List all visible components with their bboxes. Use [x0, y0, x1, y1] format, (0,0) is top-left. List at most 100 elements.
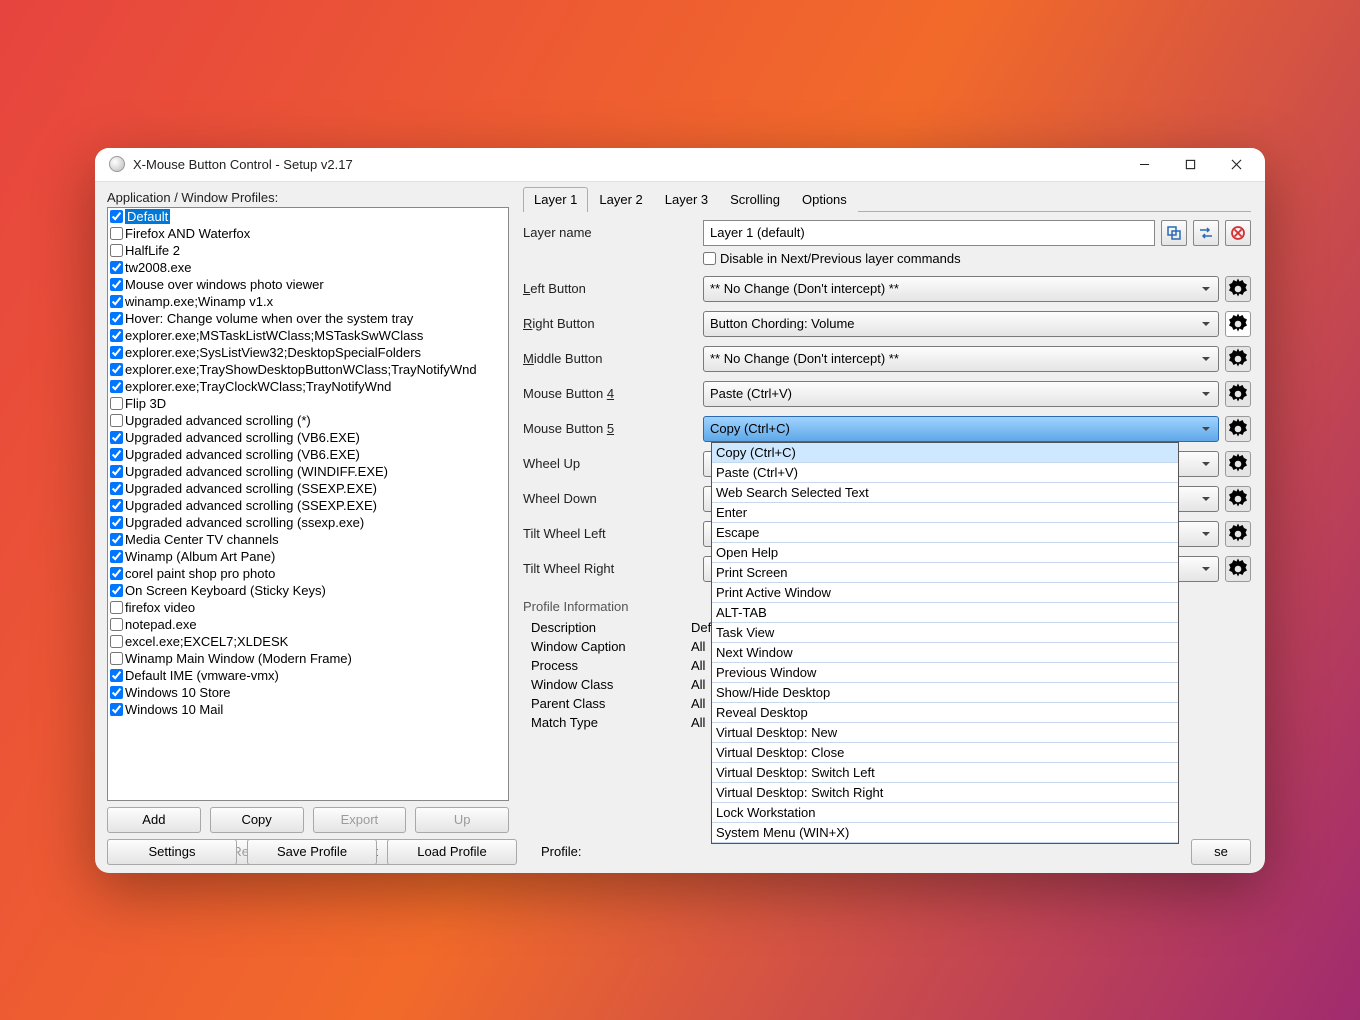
reset-layer-button[interactable]	[1225, 220, 1251, 246]
profile-checkbox[interactable]	[110, 261, 123, 274]
profile-checkbox[interactable]	[110, 448, 123, 461]
profile-checkbox[interactable]	[110, 686, 123, 699]
save-profile-button[interactable]: Save Profile	[247, 839, 377, 865]
dropdown-item[interactable]: Virtual Desktop: Close	[712, 743, 1178, 763]
profile-item[interactable]: notepad.exe	[108, 616, 508, 633]
profile-item[interactable]: tw2008.exe	[108, 259, 508, 276]
profile-item[interactable]: Default IME (vmware-vmx)	[108, 667, 508, 684]
profile-item[interactable]: Upgraded advanced scrolling (*)	[108, 412, 508, 429]
profile-checkbox[interactable]	[110, 550, 123, 563]
tab-layer-2[interactable]: Layer 2	[588, 187, 653, 212]
profile-item[interactable]: explorer.exe;MSTaskListWClass;MSTaskSwWC…	[108, 327, 508, 344]
dropdown-item[interactable]: Task View	[712, 623, 1178, 643]
dropdown-item[interactable]: Show/Hide Desktop	[712, 683, 1178, 703]
disable-layer-checkbox[interactable]	[703, 252, 716, 265]
button-action-combo[interactable]: Copy (Ctrl+C)	[703, 416, 1219, 442]
profile-checkbox[interactable]	[110, 397, 123, 410]
profile-checkbox[interactable]	[110, 567, 123, 580]
dropdown-item[interactable]: Virtual Desktop: Switch Right	[712, 783, 1178, 803]
dropdown-item[interactable]: Web Search Selected Text	[712, 483, 1178, 503]
profile-item[interactable]: explorer.exe;TrayShowDesktopButtonWClass…	[108, 361, 508, 378]
dropdown-item[interactable]: Escape	[712, 523, 1178, 543]
tab-layer-1[interactable]: Layer 1	[523, 187, 588, 212]
profile-item[interactable]: Default	[108, 208, 508, 225]
profile-checkbox[interactable]	[110, 516, 123, 529]
profile-checkbox[interactable]	[110, 431, 123, 444]
dropdown-item[interactable]: Copy (Ctrl+C)	[712, 443, 1178, 463]
profile-item[interactable]: Upgraded advanced scrolling (SSEXP.EXE)	[108, 497, 508, 514]
dropdown-item[interactable]: Reveal Desktop	[712, 703, 1178, 723]
profile-checkbox[interactable]	[110, 703, 123, 716]
profile-item[interactable]: Upgraded advanced scrolling (SSEXP.EXE)	[108, 480, 508, 497]
tab-layer-3[interactable]: Layer 3	[654, 187, 719, 212]
maximize-button[interactable]	[1167, 148, 1213, 182]
profile-item[interactable]: Media Center TV channels	[108, 531, 508, 548]
profile-item[interactable]: winamp.exe;Winamp v1.x	[108, 293, 508, 310]
profile-checkbox[interactable]	[110, 465, 123, 478]
dropdown-item[interactable]: Print Screen	[712, 563, 1178, 583]
profile-checkbox[interactable]	[110, 669, 123, 682]
gear-icon[interactable]	[1225, 311, 1251, 337]
dropdown-item[interactable]: ALT-TAB	[712, 603, 1178, 623]
profile-checkbox[interactable]	[110, 380, 123, 393]
profile-item[interactable]: corel paint shop pro photo	[108, 565, 508, 582]
dropdown-item[interactable]: Lock Workstation	[712, 803, 1178, 823]
profile-checkbox[interactable]	[110, 482, 123, 495]
button-action-combo[interactable]: ** No Change (Don't intercept) **	[703, 346, 1219, 372]
profile-item[interactable]: Upgraded advanced scrolling (VB6.EXE)	[108, 446, 508, 463]
dropdown-item[interactable]: Print Active Window	[712, 583, 1178, 603]
profile-item[interactable]: Windows 10 Store	[108, 684, 508, 701]
profile-checkbox[interactable]	[110, 499, 123, 512]
profile-checkbox[interactable]	[110, 312, 123, 325]
profile-item[interactable]: Winamp Main Window (Modern Frame)	[108, 650, 508, 667]
profile-checkbox[interactable]	[110, 618, 123, 631]
profile-item[interactable]: firefox video	[108, 599, 508, 616]
dropdown-item[interactable]: Virtual Desktop: New	[712, 723, 1178, 743]
profile-item[interactable]: explorer.exe;TrayClockWClass;TrayNotifyW…	[108, 378, 508, 395]
profile-checkbox[interactable]	[110, 210, 123, 223]
dropdown-item[interactable]: Next Window	[712, 643, 1178, 663]
profile-item[interactable]: Winamp (Album Art Pane)	[108, 548, 508, 565]
profile-checkbox[interactable]	[110, 601, 123, 614]
profile-item[interactable]: explorer.exe;SysListView32;DesktopSpecia…	[108, 344, 508, 361]
dropdown-item[interactable]: Open Help	[712, 543, 1178, 563]
dropdown-item[interactable]: Paste (Ctrl+V)	[712, 463, 1178, 483]
profile-checkbox[interactable]	[110, 652, 123, 665]
load-profile-button[interactable]: Load Profile	[387, 839, 517, 865]
dropdown-item[interactable]: Enter	[712, 503, 1178, 523]
profile-checkbox[interactable]	[110, 363, 123, 376]
profile-item[interactable]: Upgraded advanced scrolling (WINDIFF.EXE…	[108, 463, 508, 480]
profile-item[interactable]: Windows 10 Mail	[108, 701, 508, 718]
copy-button[interactable]: Copy	[210, 807, 304, 833]
profile-checkbox[interactable]	[110, 295, 123, 308]
profile-item[interactable]: excel.exe;EXCEL7;XLDESK	[108, 633, 508, 650]
profile-checkbox[interactable]	[110, 227, 123, 240]
copy-layer-button[interactable]	[1161, 220, 1187, 246]
profile-item[interactable]: Upgraded advanced scrolling (ssexp.exe)	[108, 514, 508, 531]
dropdown-item[interactable]: System Menu (WIN+X)	[712, 823, 1178, 843]
profile-checkbox[interactable]	[110, 533, 123, 546]
dropdown-item[interactable]: Virtual Desktop: Switch Left	[712, 763, 1178, 783]
add-button[interactable]: Add	[107, 807, 201, 833]
close-button[interactable]	[1213, 148, 1259, 182]
profile-checkbox[interactable]	[110, 584, 123, 597]
action-dropdown[interactable]: Copy (Ctrl+C)Paste (Ctrl+V)Web Search Se…	[711, 442, 1179, 844]
profile-item[interactable]: Upgraded advanced scrolling (VB6.EXE)	[108, 429, 508, 446]
profile-checkbox[interactable]	[110, 278, 123, 291]
profile-checkbox[interactable]	[110, 635, 123, 648]
profile-checkbox[interactable]	[110, 244, 123, 257]
profile-item[interactable]: Flip 3D	[108, 395, 508, 412]
button-action-combo[interactable]: ** No Change (Don't intercept) **	[703, 276, 1219, 302]
close-dialog-button[interactable]: se	[1191, 839, 1251, 865]
minimize-button[interactable]	[1121, 148, 1167, 182]
tab-options[interactable]: Options	[791, 187, 858, 212]
profile-checkbox[interactable]	[110, 346, 123, 359]
dropdown-item[interactable]: Previous Window	[712, 663, 1178, 683]
profiles-listbox[interactable]: DefaultFirefox AND WaterfoxHalfLife 2tw2…	[107, 207, 509, 801]
swap-layer-button[interactable]	[1193, 220, 1219, 246]
profile-checkbox[interactable]	[110, 329, 123, 342]
profile-item[interactable]: HalfLife 2	[108, 242, 508, 259]
profile-item[interactable]: Firefox AND Waterfox	[108, 225, 508, 242]
profile-checkbox[interactable]	[110, 414, 123, 427]
settings-button[interactable]: Settings	[107, 839, 237, 865]
